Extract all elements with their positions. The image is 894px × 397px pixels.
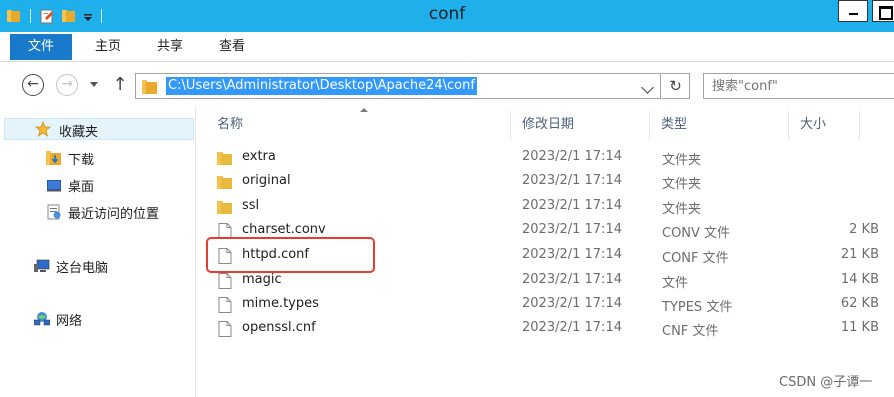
file-size: 14 KB bbox=[840, 272, 879, 287]
folder-icon bbox=[217, 199, 233, 219]
address-row: ← → ↑ C:\Users\Administrator\Desktop\Apa… bbox=[0, 62, 894, 106]
maximize-button[interactable] bbox=[872, 0, 894, 22]
file-size: 21 KB bbox=[840, 247, 879, 262]
file-date: 2023/2/1 17:14 bbox=[522, 173, 622, 188]
forward-button[interactable]: → bbox=[56, 74, 78, 96]
search-input[interactable] bbox=[712, 77, 882, 95]
file-icon bbox=[217, 297, 233, 317]
up-button[interactable]: ↑ bbox=[112, 75, 128, 95]
file-date: 2023/2/1 17:14 bbox=[522, 272, 622, 287]
file-date: 2023/2/1 17:14 bbox=[522, 247, 622, 262]
desktop-icon bbox=[46, 177, 62, 193]
file-date: 2023/2/1 17:14 bbox=[522, 222, 622, 237]
chevron-down-icon[interactable] bbox=[641, 81, 654, 94]
refresh-button[interactable]: ↻ bbox=[662, 73, 690, 99]
network-icon bbox=[33, 311, 51, 327]
search-box[interactable] bbox=[703, 73, 894, 99]
file-date: 2023/2/1 17:14 bbox=[522, 149, 622, 164]
column-header-type[interactable]: 类型 bbox=[651, 111, 789, 139]
tab-file[interactable]: 文件 bbox=[10, 34, 72, 60]
file-size: 62 KB bbox=[840, 296, 879, 311]
address-bar[interactable]: C:\Users\Administrator\Desktop\Apache24\… bbox=[135, 73, 661, 99]
nav-item-this-pc[interactable]: 这台电脑 bbox=[34, 255, 108, 277]
address-path[interactable]: C:\Users\Administrator\Desktop\Apache24\… bbox=[166, 77, 477, 95]
nav-item-label: 下载 bbox=[68, 152, 95, 168]
file-name: mime.types bbox=[242, 296, 319, 311]
watermark-text: CSDN @子谭一 bbox=[779, 375, 873, 390]
downloads-folder-icon bbox=[46, 150, 62, 166]
window-title: conf bbox=[428, 4, 466, 24]
file-type: CONF 文件 bbox=[662, 251, 729, 266]
refresh-icon: ↻ bbox=[669, 77, 682, 95]
file-type: 文件 bbox=[662, 276, 689, 291]
nav-item-downloads[interactable]: 下载 bbox=[46, 147, 94, 169]
folder-icon bbox=[217, 150, 233, 170]
folder-icon bbox=[217, 174, 233, 194]
file-name: magic bbox=[242, 272, 282, 287]
file-type: 文件夹 bbox=[662, 153, 702, 168]
file-size: 2 KB bbox=[849, 222, 879, 237]
file-name: openssl.cnf bbox=[242, 320, 316, 335]
star-icon bbox=[35, 121, 51, 137]
tab-home[interactable]: 主页 bbox=[85, 36, 131, 58]
file-type: CNF 文件 bbox=[662, 324, 719, 339]
column-header-name[interactable]: 名称 bbox=[207, 111, 511, 139]
file-icon bbox=[217, 321, 233, 341]
forward-arrow-icon: → bbox=[61, 76, 73, 92]
back-button[interactable]: ← bbox=[22, 74, 44, 96]
file-date: 2023/2/1 17:14 bbox=[522, 296, 622, 311]
file-type: CONV 文件 bbox=[662, 226, 731, 241]
nav-item-label: 桌面 bbox=[68, 179, 95, 195]
file-name: extra bbox=[242, 149, 276, 164]
column-header-date[interactable]: 修改日期 bbox=[512, 111, 650, 139]
minimize-button[interactable] bbox=[838, 0, 868, 22]
back-arrow-icon: ← bbox=[27, 76, 39, 92]
annotation-highlight-box bbox=[206, 237, 375, 273]
file-type: 文件夹 bbox=[662, 202, 702, 217]
nav-item-label: 最近访问的位置 bbox=[68, 206, 160, 222]
nav-item-network[interactable]: 网络 bbox=[33, 308, 83, 330]
file-row-mime-types[interactable]: mime.types 2023/2/1 17:14 TYPES 文件 62 KB bbox=[211, 293, 894, 317]
nav-item-recent-places[interactable]: 最近访问的位置 bbox=[46, 201, 159, 223]
folder-icon bbox=[142, 79, 158, 99]
recent-places-icon bbox=[46, 204, 62, 220]
ribbon-tabs: 文件 主页 共享 查看 bbox=[0, 32, 894, 62]
computer-icon bbox=[34, 258, 50, 274]
nav-item-desktop[interactable]: 桌面 bbox=[46, 174, 94, 196]
file-type: 文件夹 bbox=[662, 177, 702, 192]
file-row-original[interactable]: original 2023/2/1 17:14 文件夹 bbox=[211, 170, 894, 194]
file-name: ssl bbox=[242, 198, 260, 213]
title-bar: conf bbox=[0, 0, 894, 32]
tab-view[interactable]: 查看 bbox=[209, 36, 255, 58]
recent-locations-dropdown[interactable] bbox=[90, 82, 98, 87]
nav-item-label: 这台电脑 bbox=[56, 260, 109, 276]
file-row-ssl[interactable]: ssl 2023/2/1 17:14 文件夹 bbox=[211, 195, 894, 219]
nav-item-favorites[interactable]: 收藏夹 bbox=[4, 118, 194, 140]
file-row-openssl-cnf[interactable]: openssl.cnf 2023/2/1 17:14 CNF 文件 11 KB bbox=[211, 317, 894, 341]
file-date: 2023/2/1 17:14 bbox=[522, 198, 622, 213]
nav-item-label: 收藏夹 bbox=[59, 125, 99, 140]
column-header-size[interactable]: 大小 bbox=[790, 111, 860, 139]
file-date: 2023/2/1 17:14 bbox=[522, 320, 622, 335]
up-arrow-icon: ↑ bbox=[112, 74, 128, 95]
tab-share[interactable]: 共享 bbox=[147, 36, 193, 58]
file-row-extra[interactable]: extra 2023/2/1 17:14 文件夹 bbox=[211, 146, 894, 170]
file-icon bbox=[217, 273, 233, 293]
file-name: original bbox=[242, 173, 291, 188]
file-type: TYPES 文件 bbox=[662, 300, 733, 315]
nav-item-label: 网络 bbox=[56, 313, 83, 329]
file-size: 11 KB bbox=[840, 320, 879, 335]
navigation-pane: 收藏夹 下载 桌面 最近访问的位置 这台电脑 网络 bbox=[0, 106, 196, 397]
file-name: charset.conv bbox=[242, 222, 326, 237]
